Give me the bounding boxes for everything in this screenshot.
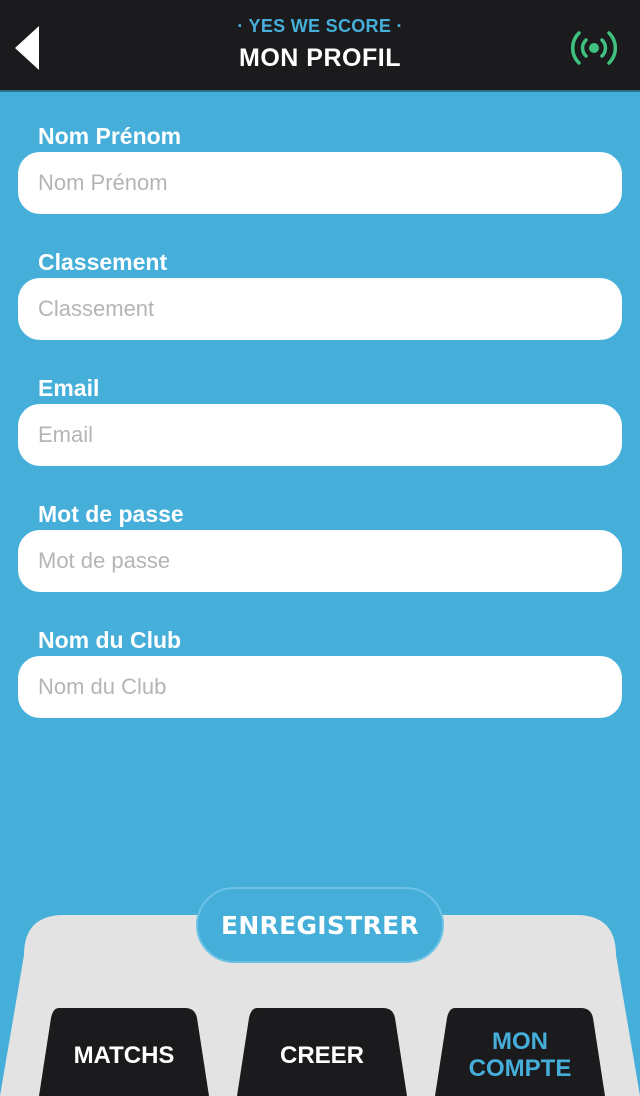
broadcast-signal-icon — [571, 31, 617, 65]
password-field-group: Mot de passe — [18, 500, 622, 592]
top-bar: · YES WE SCORE · MON PROFIL — [0, 0, 640, 92]
email-label: Email — [38, 375, 100, 401]
ranking-label: Classement — [38, 249, 168, 275]
tab-mon-compte[interactable]: MON COMPTE — [435, 1008, 605, 1096]
name-field-group: Nom Prénom — [18, 122, 622, 214]
tab-matchs-label: MATCHS — [73, 1042, 175, 1069]
page-title: MON PROFIL — [239, 44, 401, 72]
save-button[interactable]: ENREGISTRER — [196, 887, 444, 963]
password-label: Mot de passe — [38, 501, 184, 527]
name-input[interactable] — [18, 152, 622, 214]
app-subtitle: · YES WE SCORE · — [237, 16, 403, 36]
tab-creer-label: CREER — [279, 1042, 364, 1069]
ranking-field-group: Classement — [18, 248, 622, 340]
name-label: Nom Prénom — [38, 123, 182, 149]
club-field-group: Nom du Club — [18, 626, 622, 718]
tab-matchs[interactable]: MATCHS — [39, 1008, 209, 1096]
email-field-group: Email — [18, 374, 622, 466]
password-input[interactable] — [18, 530, 622, 592]
tab-mon-compte-label-line2: COMPTE — [468, 1055, 572, 1082]
ranking-input[interactable] — [18, 278, 622, 340]
club-label: Nom du Club — [38, 627, 182, 653]
club-input[interactable] — [18, 656, 622, 718]
email-input[interactable] — [18, 404, 622, 466]
tab-creer[interactable]: CREER — [237, 1008, 407, 1096]
tab-mon-compte-label-line1: MON — [492, 1028, 548, 1055]
connection-status-button[interactable] — [568, 26, 620, 70]
